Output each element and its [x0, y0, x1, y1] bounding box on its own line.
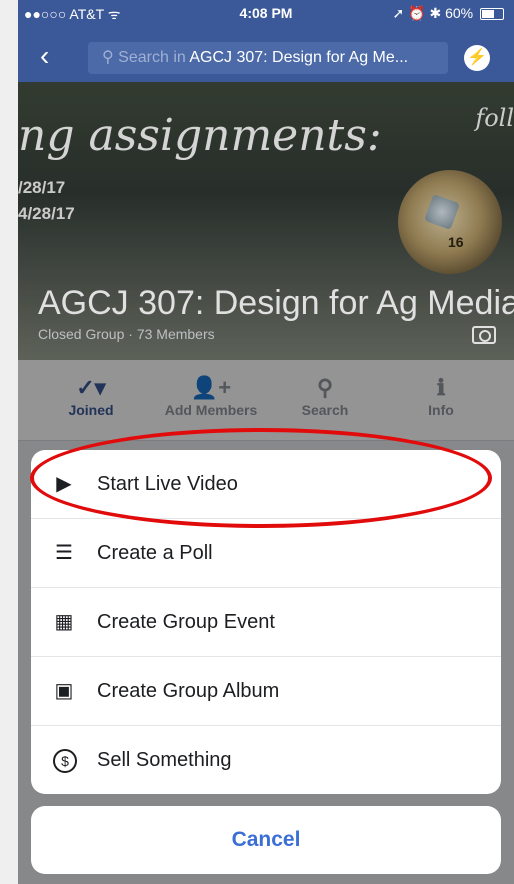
search-value: AGCJ 307: Design for Ag Me...	[189, 49, 409, 66]
create-poll-label: Create a Poll	[97, 542, 213, 564]
start-live-video-option[interactable]: ▶ Start Live Video	[31, 450, 501, 519]
phone-screen: ●●○○○ AT&T ᯤ 4:08 PM ➚ ⏰ ✱ 60% ‹ ⚲ Searc…	[18, 0, 514, 884]
search-prefix: Search in	[118, 49, 190, 66]
status-bar: ●●○○○ AT&T ᯤ 4:08 PM ➚ ⏰ ✱ 60%	[18, 0, 514, 26]
status-icons: ➚ ⏰ ✱ 60%	[393, 5, 504, 22]
create-album-label: Create Group Album	[97, 680, 280, 702]
calendar-icon: ▦	[54, 611, 74, 633]
search-icon: ⚲	[102, 49, 119, 66]
search-input[interactable]: ⚲ Search in AGCJ 307: Design for Ag Me..…	[88, 42, 448, 74]
photo-album-icon: ▣	[54, 680, 74, 702]
sell-something-option[interactable]: $ Sell Something	[31, 726, 501, 794]
back-button[interactable]: ‹	[40, 42, 49, 70]
start-live-video-label: Start Live Video	[97, 473, 238, 495]
battery-icon	[480, 8, 504, 21]
create-poll-option[interactable]: ☰ Create a Poll	[31, 519, 501, 588]
cover-dim-overlay	[18, 82, 514, 360]
create-event-option[interactable]: ▦ Create Group Event	[31, 588, 501, 657]
action-sheet: ▶ Start Live Video ☰ Create a Poll ▦ Cre…	[31, 450, 501, 794]
dollar-icon: $	[53, 749, 77, 773]
status-right-label: ➚ ⏰ ✱ 60%	[392, 5, 474, 21]
create-event-label: Create Group Event	[97, 611, 275, 633]
list-icon: ☰	[55, 542, 73, 564]
top-bar: ●●○○○ AT&T ᯤ 4:08 PM ➚ ⏰ ✱ 60% ‹ ⚲ Searc…	[18, 0, 514, 82]
messenger-icon[interactable]: ⚡	[464, 45, 490, 71]
cancel-button[interactable]: Cancel	[31, 806, 501, 874]
sell-something-label: Sell Something	[97, 749, 232, 771]
video-camera-icon: ▶	[56, 473, 72, 495]
create-album-option[interactable]: ▣ Create Group Album	[31, 657, 501, 726]
